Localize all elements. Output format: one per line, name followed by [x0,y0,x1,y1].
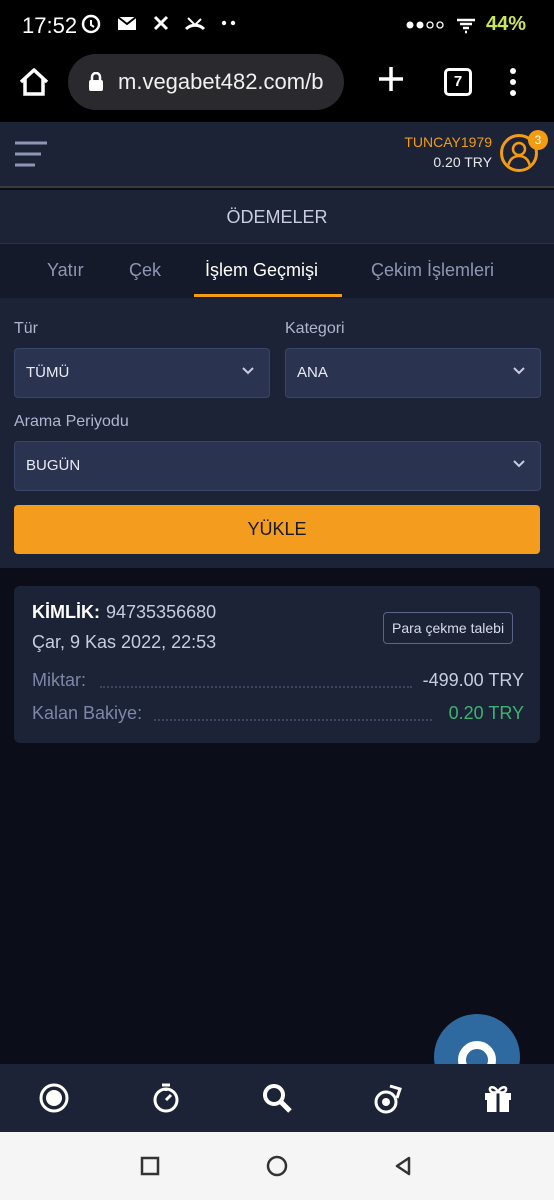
type-select[interactable]: TÜMÜ [14,348,270,398]
gift-icon[interactable] [482,1082,514,1114]
back-icon[interactable] [393,1156,413,1176]
status-time: 17:52 [22,13,78,38]
page-title: ÖDEMELER [0,190,554,244]
tab-withdraw[interactable]: Çek [129,244,161,298]
recents-icon[interactable] [140,1156,160,1176]
lock-icon [89,72,103,91]
transaction-date: Çar, 9 Kas 2022, 22:53 [32,632,217,652]
transaction-card: KİMLİK: 94735356680 Çar, 9 Kas 2022, 22:… [14,586,540,743]
chevron-down-icon [513,460,525,468]
filter-panel: Tür Kategori TÜMÜ ANA Arama Periyodu BUG… [0,298,554,568]
period-label: Arama Periyodu [14,413,129,430]
url-text: m.vegabet482.com/b [118,69,324,94]
alarm-icon [81,14,101,34]
type-label: Tür [14,320,38,337]
battery-level: 44% [485,13,526,35]
search-icon[interactable] [261,1082,293,1114]
address-bar[interactable]: m.vegabet482.com/b [68,54,344,110]
active-tab-indicator [194,294,342,297]
amount-value: -499.00 TRY [422,670,524,690]
transaction-id-label: KİMLİK: [32,602,100,622]
type-select-value: TÜMÜ [26,364,70,381]
balance-row: Kalan Bakiye: 0.20 TRY [32,703,524,729]
load-button[interactable]: YÜKLE [14,505,540,554]
hamburger-menu-icon[interactable] [14,140,48,168]
dotted-leader [100,686,412,688]
mail-icon [117,16,137,30]
wifi-icon [456,18,475,33]
home-icon[interactable] [16,64,52,100]
period-select-value: BUGÜN [26,457,81,474]
remaining-balance-value: 0.20 TRY [448,703,524,723]
transaction-id-value: 94735356680 [106,602,217,622]
home-circle-icon[interactable] [266,1155,288,1177]
user-balance: 0.20 TRY [433,154,492,170]
amount-row: Miktar: -499.00 TRY [32,670,524,696]
dotted-leader [154,719,432,721]
category-select[interactable]: ANA [285,348,541,398]
notification-badge: 3 [528,130,548,150]
username[interactable]: TUNCAY1979 [404,134,492,150]
system-nav-bar [0,1132,554,1200]
more-dots-icon [221,20,236,26]
missed-call-icon [184,17,206,31]
transaction-type-badge: Para çekme talebi [383,612,514,644]
live-icon[interactable] [38,1082,70,1114]
amount-label: Miktar: [32,670,86,690]
tab-count-button[interactable]: 7 [444,68,472,96]
category-select-value: ANA [297,364,328,381]
chevron-down-icon [242,367,254,375]
period-select[interactable]: BUGÜN [14,441,541,491]
payment-tabs: Yatır Çek İşlem Geçmişi Çekim İşlemleri [0,244,554,298]
tab-transaction-history[interactable]: İşlem Geçmişi [205,244,318,298]
status-bar: 17:52 44% [0,0,554,52]
app-content: TUNCAY1979 0.20 TRY 3 ÖDEMELER Yatır Çek… [0,122,554,1064]
tab-deposit[interactable]: Yatır [47,244,84,298]
more-vert-icon[interactable] [506,66,520,98]
remaining-balance-label: Kalan Bakiye: [32,703,143,723]
browser-toolbar: m.vegabet482.com/b 7 [0,52,554,122]
app-header: TUNCAY1979 0.20 TRY 3 [0,122,554,188]
category-label: Kategori [285,320,345,337]
casino-chip-icon[interactable] [372,1082,404,1114]
signal-icon [406,20,444,29]
x-icon [153,15,169,31]
stopwatch-icon[interactable] [150,1082,182,1114]
tab-withdrawal-transactions[interactable]: Çekim İşlemleri [371,244,494,298]
bottom-nav [0,1064,554,1132]
chevron-down-icon [513,367,525,375]
plus-icon[interactable] [376,64,406,94]
